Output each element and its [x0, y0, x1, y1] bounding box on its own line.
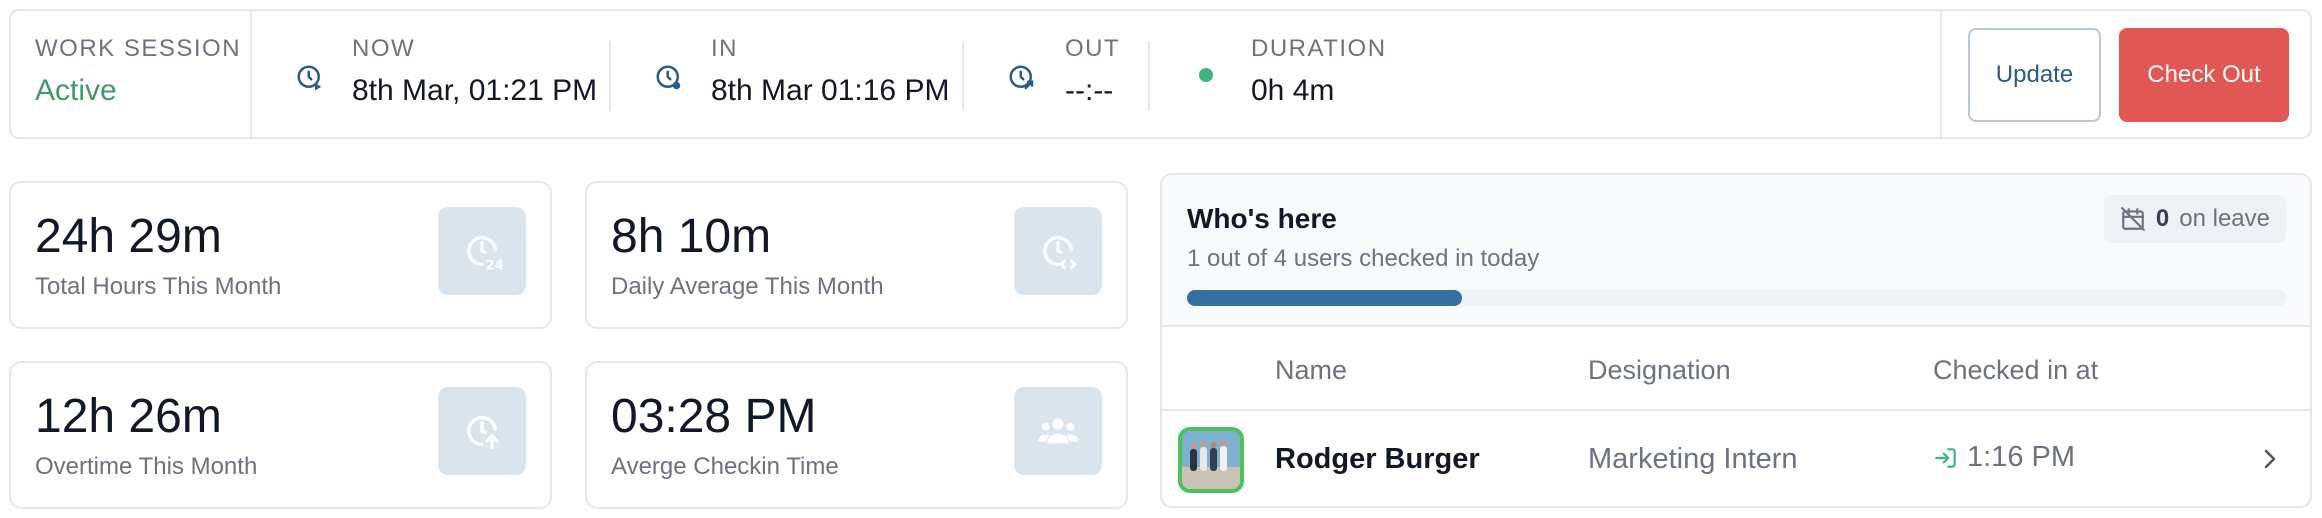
in-label: IN [711, 35, 738, 62]
whos-here-subtitle: 1 out of 4 users checked in today [1187, 245, 1540, 272]
stat-value: 24h 29m [35, 210, 222, 263]
in-value: 8th Mar 01:16 PM [711, 74, 950, 107]
duration-label: DURATION [1251, 35, 1387, 62]
user-name: Rodger Burger [1275, 443, 1480, 475]
update-button[interactable]: Update [1968, 28, 2101, 122]
duration-value: 0h 4m [1251, 74, 1335, 107]
session-status: Active [35, 74, 117, 107]
divider [250, 11, 252, 137]
avatar-photo [1182, 431, 1240, 489]
whos-here-header: Who's here 1 out of 4 users checked in t… [1162, 175, 2310, 327]
checked-in-time: 1:16 PM [1967, 441, 2075, 473]
column-header-checked-in[interactable]: Checked in at [1933, 355, 2098, 386]
clock-24-icon: 24 [467, 236, 502, 271]
whos-here-title: Who's here [1187, 203, 1337, 234]
chevron-right-icon[interactable] [2258, 445, 2282, 473]
stat-value: 8h 10m [611, 210, 772, 263]
clock-in-icon [656, 65, 681, 90]
clock-up-icon [467, 416, 499, 450]
divider [609, 41, 611, 111]
column-header-designation[interactable]: Designation [1588, 355, 1731, 386]
stat-value: 12h 26m [35, 390, 222, 443]
out-value: --:-- [1065, 74, 1114, 107]
divider [1162, 409, 2310, 411]
column-header-name[interactable]: Name [1275, 355, 1347, 386]
on-leave-badge[interactable]: 0 on leave [2103, 195, 2286, 243]
stat-card-daily-average: 8h 10m Daily Average This Month [585, 181, 1128, 329]
check-out-button[interactable]: Check Out [2119, 28, 2289, 122]
stat-label: Overtime This Month [35, 453, 258, 480]
checkin-progress-bar [1187, 290, 2287, 306]
clock-play-icon [297, 65, 322, 91]
stat-label: Averge Checkin Time [611, 453, 839, 480]
work-session-label: WORK SESSION [35, 35, 242, 62]
stat-card-overtime: 12h 26m Overtime This Month [9, 361, 552, 509]
stat-label: Daily Average This Month [611, 273, 884, 300]
whos-here-panel: Who's here 1 out of 4 users checked in t… [1160, 173, 2312, 508]
avatar [1178, 427, 1244, 493]
clock-code-icon [1043, 236, 1077, 270]
active-dot-icon [1199, 68, 1213, 82]
stat-card-total-hours: 24h 29m Total Hours This Month 24 [9, 181, 552, 329]
now-label: NOW [352, 35, 416, 62]
stat-card-average-checkin: 03:28 PM Averge Checkin Time [585, 361, 1128, 509]
work-session-bar: WORK SESSION Active NOW 8th Mar, 01:21 P… [9, 9, 2312, 139]
svg-text:24: 24 [485, 258, 502, 271]
now-value: 8th Mar, 01:21 PM [352, 74, 598, 107]
calendar-off-icon [2120, 207, 2145, 231]
leave-count: 0 [2155, 205, 2170, 232]
divider [1148, 41, 1150, 111]
stat-label: Total Hours This Month [35, 273, 282, 300]
user-designation: Marketing Intern [1588, 443, 1798, 475]
divider [1940, 11, 1942, 137]
users-icon [1037, 418, 1079, 444]
leave-text: on leave [2179, 205, 2270, 232]
stat-value: 03:28 PM [611, 390, 817, 443]
login-arrow-icon [1935, 447, 1956, 468]
clock-out-icon [1009, 65, 1034, 90]
checkin-progress-fill [1187, 290, 1462, 306]
divider [962, 41, 964, 111]
out-label: OUT [1065, 35, 1121, 62]
